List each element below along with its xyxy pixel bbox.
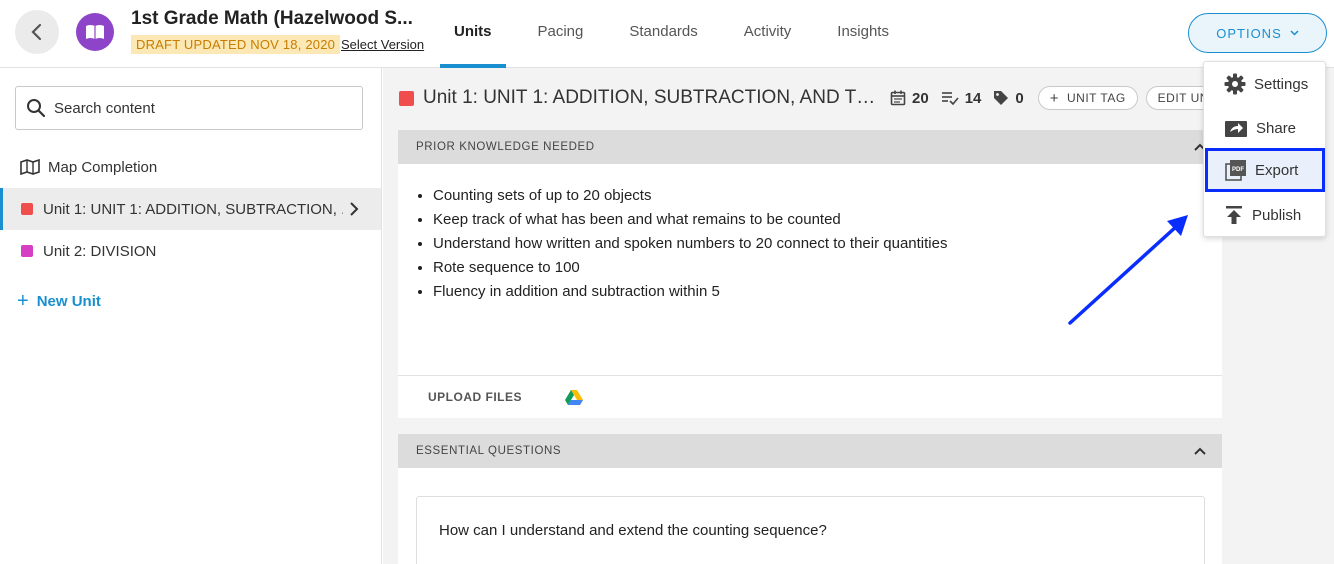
main-tabs: Units Pacing Standards Activity Insights: [440, 0, 921, 68]
unit-2-label: Unit 2: DIVISION: [43, 242, 157, 260]
settings-label: Settings: [1254, 75, 1309, 93]
new-unit-label: New Unit: [36, 293, 101, 310]
menu-item-settings[interactable]: Settings: [1204, 62, 1327, 106]
unit-header: Unit 1: UNIT 1: ADDITION, SUBTRACTION, A…: [383, 68, 1334, 128]
back-button[interactable]: [15, 10, 59, 54]
sidebar-item-map-completion[interactable]: Map Completion: [0, 146, 381, 188]
svg-text:PDF: PDF: [1232, 167, 1244, 173]
plus-icon: +: [17, 290, 29, 312]
chevron-right-icon: [350, 202, 359, 216]
prior-knowledge-header[interactable]: PRIOR KNOWLEDGE NEEDED: [398, 130, 1222, 164]
checklist-icon: [941, 92, 959, 105]
lessons-stat: 14: [941, 89, 982, 107]
upload-icon: [1226, 206, 1242, 224]
map-completion-label: Map Completion: [48, 158, 158, 176]
map-icon: [20, 159, 40, 175]
unit-color-swatch: [21, 203, 33, 215]
sidebar: Map Completion Unit 1: UNIT 1: ADDITION,…: [0, 68, 382, 564]
draft-status-badge: DRAFT UPDATED NOV 18, 2020: [131, 35, 341, 54]
top-bar: 1st Grade Math (Hazelwood S... DRAFT UPD…: [0, 0, 1334, 68]
question-text: How can I understand and extend the coun…: [439, 522, 827, 539]
tab-activity[interactable]: Activity: [730, 0, 806, 68]
menu-item-export[interactable]: PDF Export: [1205, 148, 1325, 192]
pdf-icon: PDF: [1225, 160, 1246, 181]
share-icon: [1225, 121, 1247, 137]
book-icon: [86, 25, 104, 39]
unit-color-swatch: [399, 90, 414, 106]
chevron-up-icon[interactable]: [1194, 447, 1206, 455]
tab-insights[interactable]: Insights: [823, 0, 903, 68]
course-icon-badge: [76, 13, 114, 51]
menu-item-publish[interactable]: Publish: [1204, 193, 1327, 237]
publish-label: Publish: [1252, 206, 1302, 224]
options-button[interactable]: OPTIONS: [1188, 13, 1327, 53]
unit-color-swatch: [21, 245, 33, 257]
chevron-left-icon: [31, 23, 42, 41]
menu-item-share[interactable]: Share: [1204, 106, 1327, 150]
unit-title: Unit 1: UNIT 1: ADDITION, SUBTRACTION, A…: [423, 87, 878, 108]
plus-icon: +: [1049, 89, 1059, 107]
tab-units[interactable]: Units: [440, 0, 506, 68]
unit-tag-button[interactable]: + UNIT TAG: [1037, 86, 1138, 110]
options-label: OPTIONS: [1216, 25, 1282, 41]
course-title: 1st Grade Math (Hazelwood S...: [131, 8, 413, 29]
upload-row: UPLOAD FILES: [398, 375, 1222, 418]
search-input[interactable]: [54, 99, 334, 117]
tab-pacing[interactable]: Pacing: [524, 0, 598, 68]
select-version-link[interactable]: Select Version: [341, 37, 424, 52]
gear-icon: [1224, 73, 1246, 95]
new-unit-button[interactable]: + New Unit: [17, 290, 101, 313]
days-stat: 20: [890, 90, 929, 107]
tags-count: 0: [1015, 89, 1024, 107]
essential-questions-header[interactable]: ESSENTIAL QUESTIONS: [398, 434, 1222, 468]
calendar-icon: [890, 90, 906, 106]
options-dropdown-menu: Settings Share PDF Export Publish: [1203, 61, 1326, 237]
chevron-down-icon: [1290, 30, 1299, 36]
lessons-count: 14: [964, 89, 982, 107]
share-label: Share: [1256, 119, 1297, 137]
prior-knowledge-heading: PRIOR KNOWLEDGE NEEDED: [416, 141, 595, 153]
question-card[interactable]: How can I understand and extend the coun…: [416, 496, 1205, 564]
essential-questions-heading: ESSENTIAL QUESTIONS: [416, 445, 562, 457]
unit-tag-label: UNIT TAG: [1066, 91, 1126, 105]
sidebar-item-unit-1[interactable]: Unit 1: UNIT 1: ADDITION, SUBTRACTION, .…: [0, 188, 381, 230]
export-label: Export: [1255, 161, 1299, 179]
tag-icon: [994, 91, 1009, 105]
upload-files-button[interactable]: UPLOAD FILES: [428, 390, 522, 404]
search-box[interactable]: [15, 86, 363, 130]
google-drive-icon[interactable]: [564, 389, 584, 405]
sidebar-item-unit-2[interactable]: Unit 2: DIVISION: [0, 230, 381, 272]
search-icon: [27, 99, 46, 118]
tags-stat: 0: [993, 89, 1024, 107]
tab-standards[interactable]: Standards: [615, 0, 711, 68]
unit-1-label: Unit 1: UNIT 1: ADDITION, SUBTRACTION, .…: [43, 200, 343, 218]
annotation-arrow: [1068, 215, 1188, 325]
days-count: 20: [912, 89, 929, 107]
